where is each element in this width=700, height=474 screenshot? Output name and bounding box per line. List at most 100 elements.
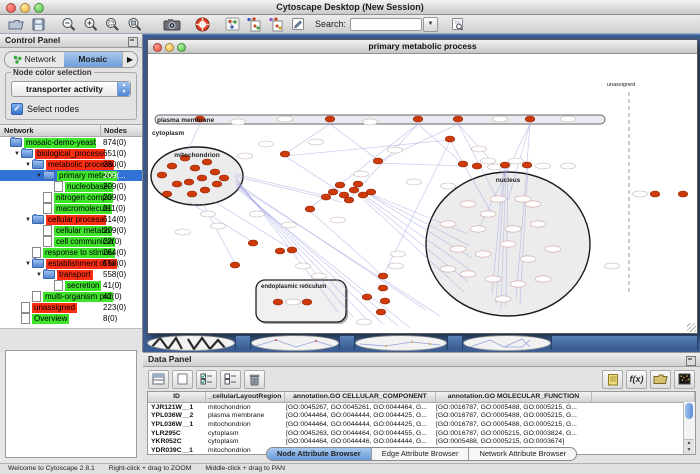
node-color-dropdown[interactable]: transporter activity ▲▼ (11, 81, 131, 97)
search-input[interactable] (350, 18, 422, 31)
expander-icon[interactable]: ▼ (24, 261, 32, 267)
tree-row[interactable]: secretion41(0) (0, 280, 142, 291)
attribute-table-button[interactable] (148, 370, 169, 389)
frame-minimize-button[interactable] (165, 43, 174, 52)
column-header[interactable]: annotation.GO MOLECULAR_FUNCTION (436, 392, 592, 402)
select-nodes-checkbox[interactable]: ✓ (11, 103, 23, 115)
tab-overflow-arrow[interactable]: ▶ (122, 52, 137, 67)
column-header[interactable]: annotation.GO CELLULAR_COMPONENT (285, 392, 436, 402)
background-window-edge[interactable] (551, 335, 698, 350)
zoom-out-icon (61, 17, 76, 32)
zoom-out-button[interactable] (58, 16, 78, 32)
zoom-window-button[interactable] (34, 3, 44, 13)
plasma-membrane-label: plasma membrane (157, 117, 214, 124)
data-panel: Data Panel f(x) ID_cellularLayoutRegiona… (143, 352, 700, 464)
background-window-edge[interactable] (235, 335, 251, 350)
background-window-sketch[interactable] (251, 335, 339, 351)
tree-row[interactable]: ▼primary metabo209(... (0, 170, 142, 181)
network-view-button[interactable] (222, 16, 242, 32)
save-button[interactable] (28, 16, 48, 32)
background-window-sketch[interactable] (463, 335, 551, 351)
tree-row[interactable]: multi-organism pro42(0) (0, 291, 142, 302)
table-row[interactable]: YJR121W__1mitochondrion[GO:0045267, GO:0… (148, 403, 695, 412)
table-cell: [GO:0044464, GO:0044446, GO:0044444, G..… (283, 438, 433, 445)
select-attributes-button[interactable] (196, 370, 217, 389)
tab-node-attribute-browser[interactable]: Node Attribute Browser (267, 448, 372, 460)
delete-attribute-button[interactable] (244, 370, 265, 389)
zoom-in-button[interactable] (80, 16, 100, 32)
tree-row[interactable]: response to stimulu264(0) (0, 247, 142, 258)
tree-row[interactable]: macromolecule311(0) (0, 203, 142, 214)
matrix-view-button[interactable] (674, 370, 695, 389)
tree-row[interactable]: Overview8(0) (0, 313, 142, 324)
table-row[interactable]: YPL036W__1mitochondrion[GO:0044464, GO:0… (148, 420, 695, 429)
snapshot-button[interactable] (162, 16, 182, 32)
search-dropdown-button[interactable]: ▼ (423, 17, 438, 32)
background-window-edge[interactable] (339, 335, 355, 350)
float-panel-icon[interactable] (686, 356, 696, 366)
tab-network-attribute-browser[interactable]: Network Attribute Browser (469, 448, 576, 460)
close-window-button[interactable] (6, 3, 16, 13)
tree-row-node-count: 209(... (103, 171, 126, 180)
help-button[interactable] (192, 16, 212, 32)
column-header[interactable]: ID (148, 392, 206, 402)
zoom-fit-button[interactable] (124, 16, 144, 32)
tree-row[interactable]: nucleobase-209(0) (0, 181, 142, 192)
background-window-edge[interactable] (447, 335, 463, 350)
frame-close-button[interactable] (153, 43, 162, 52)
float-panel-icon[interactable] (128, 37, 138, 47)
tree-row[interactable]: ▼cellular process614(0) (0, 214, 142, 225)
tree-row[interactable]: ▼transport558(0) (0, 269, 142, 280)
window-titlebar[interactable]: Cytoscape Desktop (New Session) (0, 0, 700, 15)
edge (189, 202, 253, 242)
edge (188, 124, 200, 150)
annotation-button[interactable] (288, 16, 308, 32)
frame-resize-grip[interactable] (687, 323, 696, 332)
tree-col-nodes[interactable]: Nodes (101, 125, 142, 136)
zoom-selected-button[interactable] (102, 16, 122, 32)
background-window-sketch[interactable] (355, 335, 447, 351)
tree-row[interactable]: unassigned223(0) (0, 302, 142, 313)
tree-row[interactable]: cell communicat22(0) (0, 236, 142, 247)
column-header[interactable]: _cellularLayoutRegion (206, 392, 285, 402)
copy-nodes-button[interactable] (244, 16, 264, 32)
scrollbar-thumb[interactable] (685, 403, 693, 419)
table-row[interactable]: YPL036W__2plasma membrane[GO:0044464, GO… (148, 412, 695, 421)
tree-row[interactable]: ▼establishment of lo558(0) (0, 258, 142, 269)
node-label (605, 263, 620, 269)
tab-network[interactable]: Network (5, 52, 64, 67)
tree-col-network[interactable]: Network (0, 125, 101, 136)
tree-row[interactable]: ▼biological_process651(0) (0, 148, 142, 159)
expander-icon[interactable]: ▼ (24, 217, 32, 223)
notes-button[interactable] (602, 370, 623, 389)
tree-row[interactable]: nitrogen compo209(0) (0, 192, 142, 203)
unselect-attributes-button[interactable] (220, 370, 241, 389)
tree-row[interactable]: cellular metabo209(0) (0, 225, 142, 236)
minimize-window-button[interactable] (20, 3, 30, 13)
tab-mosaic[interactable]: Mosaic (64, 52, 123, 67)
expander-icon[interactable]: ▼ (35, 173, 43, 179)
birdseye-view[interactable] (5, 350, 137, 458)
table-row[interactable]: YLR295Ccytoplasm[GO:0045263, GO:0044464,… (148, 429, 695, 438)
open-file-button[interactable] (6, 16, 26, 32)
background-window-sketch[interactable] (147, 335, 235, 351)
tree-row[interactable]: mosaic-demo-yeast874(0) (0, 137, 142, 148)
table-row[interactable]: YKR052Ccytoplasm[GO:0044464, GO:0044446,… (148, 437, 695, 446)
gene-node (187, 191, 197, 197)
gene-node (380, 298, 390, 304)
expander-icon[interactable]: ▼ (24, 162, 32, 168)
expander-icon[interactable]: ▼ (35, 272, 43, 278)
frame-zoom-button[interactable] (177, 43, 186, 52)
formula-button[interactable]: f(x) (626, 370, 647, 389)
advanced-search-button[interactable] (447, 16, 467, 32)
node-label (490, 196, 506, 202)
import-attributes-button[interactable] (650, 370, 671, 389)
tab-edge-attribute-browser[interactable]: Edge Attribute Browser (372, 448, 470, 460)
network-canvas[interactable]: plasma membranecytoplasmmitochondrionnuc… (148, 54, 695, 332)
expander-icon[interactable]: ▼ (13, 151, 21, 157)
network-window-titlebar[interactable]: primary metabolic process (148, 40, 697, 54)
new-attribute-button[interactable] (172, 370, 193, 389)
tree-row[interactable]: ▼metabolic process280(0) (0, 159, 142, 170)
table-cell: [GO:0005488, GO:0005215, GO:0003674] (433, 438, 588, 445)
copy-edges-button[interactable] (266, 16, 286, 32)
